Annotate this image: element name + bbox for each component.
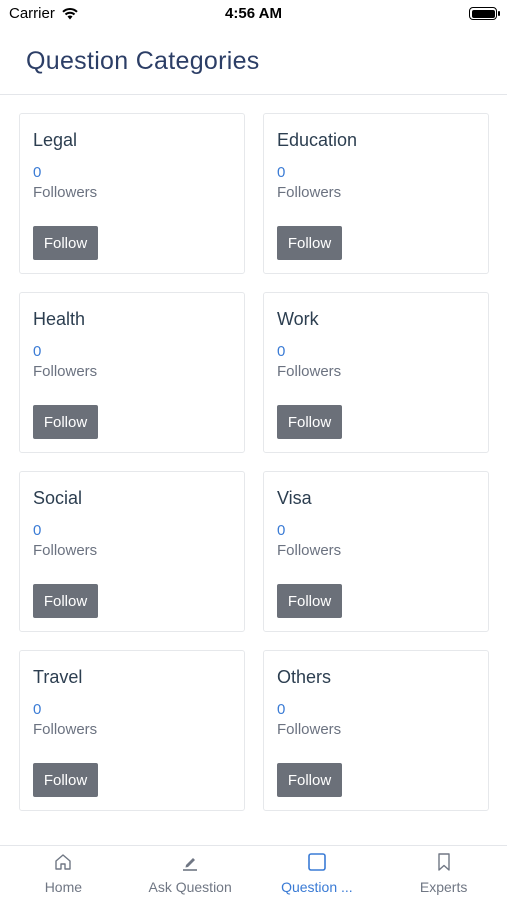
tab-ask-question[interactable]: Ask Question xyxy=(127,846,254,900)
category-name: Work xyxy=(277,309,319,329)
category-card-legal: Legal 0 Followers Follow xyxy=(19,113,245,274)
follower-count: 0 xyxy=(277,701,286,718)
home-icon xyxy=(55,854,72,870)
category-grid: Legal 0 Followers Follow Education 0 Fol… xyxy=(19,113,489,811)
battery-icon xyxy=(469,7,500,20)
follower-count: 0 xyxy=(277,164,286,181)
tab-experts[interactable]: Experts xyxy=(380,846,507,900)
category-name: Legal xyxy=(33,130,78,150)
follower-count: 0 xyxy=(277,343,286,360)
follower-count: 0 xyxy=(33,164,42,181)
category-card-health: Health 0 Followers Follow xyxy=(19,292,245,453)
bookmark-icon xyxy=(437,853,450,871)
tab-bar: Home Ask Question Question ... Experts xyxy=(0,845,507,900)
follow-button[interactable]: Follow xyxy=(33,584,98,618)
follower-count: 0 xyxy=(33,522,42,539)
category-name: Social xyxy=(33,488,83,508)
follow-button[interactable]: Follow xyxy=(277,763,342,797)
followers-label: Followers xyxy=(33,363,98,380)
follow-button[interactable]: Follow xyxy=(33,763,98,797)
status-time: 4:56 AM xyxy=(225,5,282,22)
followers-label: Followers xyxy=(277,184,342,201)
follower-count: 0 xyxy=(33,701,42,718)
followers-label: Followers xyxy=(277,721,342,738)
follower-count: 0 xyxy=(33,343,42,360)
followers-label: Followers xyxy=(33,721,98,738)
category-card-visa: Visa 0 Followers Follow xyxy=(263,471,489,632)
category-card-travel: Travel 0 Followers Follow xyxy=(19,650,245,811)
followers-label: Followers xyxy=(277,363,342,380)
follow-button[interactable]: Follow xyxy=(277,405,342,439)
category-name: Visa xyxy=(277,488,312,508)
follow-button[interactable]: Follow xyxy=(33,226,98,260)
header: Question Categories xyxy=(0,30,507,95)
followers-label: Followers xyxy=(33,184,98,201)
tab-home[interactable]: Home xyxy=(0,846,127,900)
follower-count: 0 xyxy=(277,522,286,539)
tab-question-categories[interactable]: Question ... xyxy=(254,846,381,900)
category-card-education: Education 0 Followers Follow xyxy=(263,113,489,274)
tab-label: Experts xyxy=(419,879,468,895)
category-name: Others xyxy=(277,667,332,687)
tab-label: Ask Question xyxy=(148,879,232,895)
category-name: Travel xyxy=(33,667,83,687)
category-card-work: Work 0 Followers Follow xyxy=(263,292,489,453)
category-card-social: Social 0 Followers Follow xyxy=(19,471,245,632)
follow-button[interactable]: Follow xyxy=(33,405,98,439)
follow-button[interactable]: Follow xyxy=(277,584,342,618)
tab-label: Home xyxy=(44,879,83,895)
square-icon xyxy=(308,853,326,871)
tab-label: Question ... xyxy=(281,879,353,895)
followers-label: Followers xyxy=(33,542,98,559)
category-name: Health xyxy=(33,309,86,329)
pencil-icon xyxy=(183,858,198,871)
followers-label: Followers xyxy=(277,542,342,559)
page-title: Question Categories xyxy=(26,47,260,75)
status-bar: Carrier 4:56 AM xyxy=(0,0,507,30)
category-card-others: Others 0 Followers Follow xyxy=(263,650,489,811)
follow-button[interactable]: Follow xyxy=(277,226,342,260)
category-name: Education xyxy=(277,130,358,150)
